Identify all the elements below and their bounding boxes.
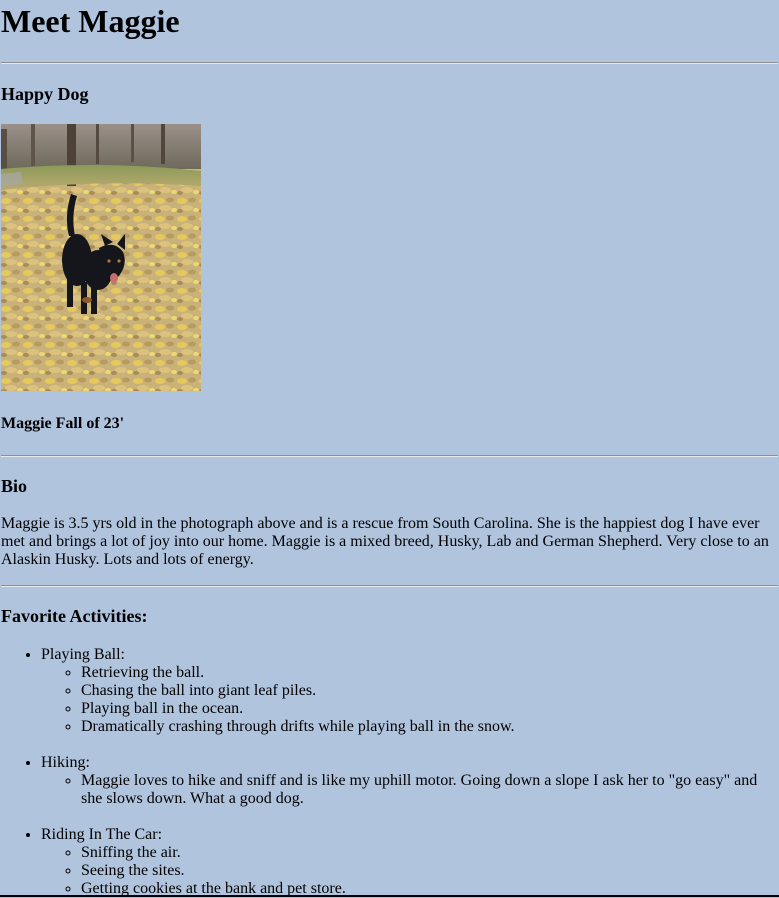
bio-heading: Bio [1, 476, 28, 496]
list-item: Dramatically crashing through drifts whi… [81, 718, 778, 736]
sub-list: Retrieving the ball. Chasing the ball in… [41, 664, 778, 736]
activity-label: Hiking: [41, 754, 90, 771]
divider [1, 585, 778, 587]
dog-photo [1, 124, 201, 391]
activities-heading: Favorite Activities: [1, 606, 148, 626]
list-item: Sniffing the air. [81, 844, 778, 862]
list-item: Chasing the ball into giant leaf piles. [81, 682, 778, 700]
list-item: Seeing the sites. [81, 862, 778, 880]
list-item: Hiking: Maggie loves to hike and sniff a… [41, 754, 778, 808]
photo-caption: Maggie Fall of 23' [1, 415, 125, 432]
list-item: Retrieving the ball. [81, 664, 778, 682]
happy-dog-heading: Happy Dog [1, 84, 89, 104]
page-content: Meet Maggie Happy Dog Maggie Fall of 23'… [0, 3, 779, 898]
activity-label: Riding In The Car: [41, 826, 163, 843]
list-item: Playing ball in the ocean. [81, 700, 778, 718]
sub-list: Sniffing the air. Seeing the sites. Gett… [41, 844, 778, 898]
list-item: Riding In The Car: Sniffing the air. See… [41, 826, 778, 898]
bio-text: Maggie is 3.5 yrs old in the photograph … [1, 515, 769, 568]
window-bottom-edge [0, 895, 779, 897]
divider [1, 455, 778, 457]
list-item: Playing Ball: Retrieving the ball. Chasi… [41, 646, 778, 736]
activities-list: Playing Ball: Retrieving the ball. Chasi… [1, 646, 778, 898]
list-item: Maggie loves to hike and sniff and is li… [81, 772, 778, 808]
page-title: Meet Maggie [1, 3, 180, 39]
activity-label: Playing Ball: [41, 646, 125, 663]
sub-list: Maggie loves to hike and sniff and is li… [41, 772, 778, 808]
divider [1, 62, 778, 64]
